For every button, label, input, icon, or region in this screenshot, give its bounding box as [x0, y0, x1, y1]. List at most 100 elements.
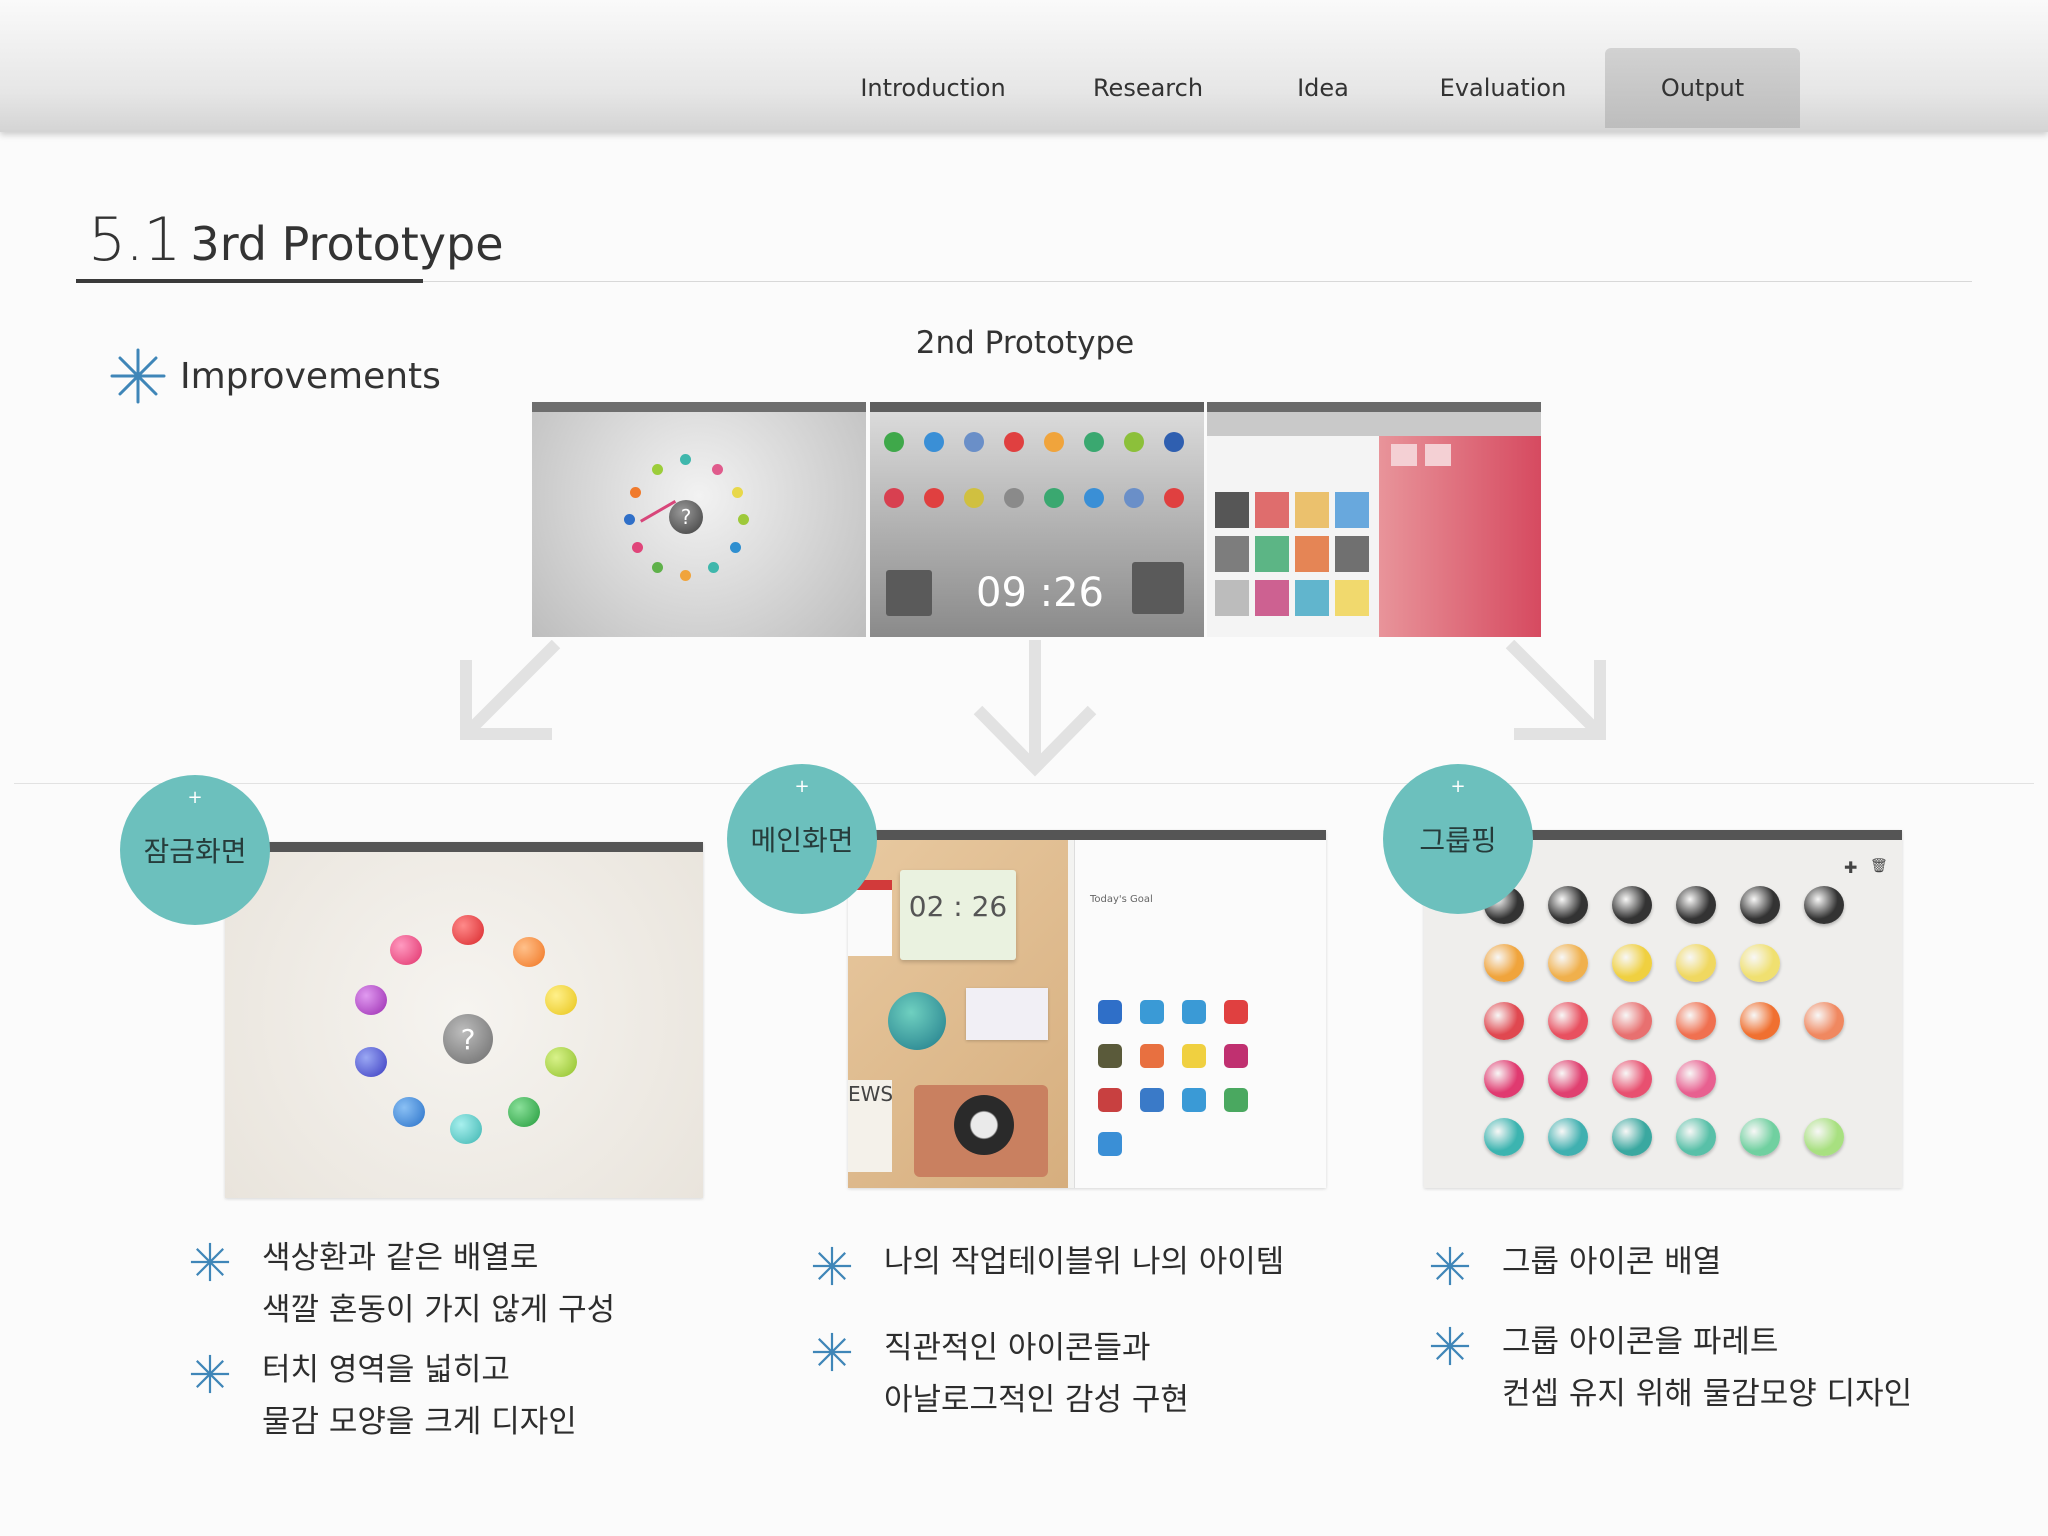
globe-icon[interactable] [888, 992, 946, 1050]
app-icon[interactable] [1084, 488, 1104, 508]
group-paint-icon[interactable] [1804, 886, 1844, 924]
app-icon[interactable] [1084, 432, 1104, 452]
image-thumbnail[interactable] [1215, 492, 1249, 528]
group-paint-icon[interactable] [1740, 1118, 1780, 1156]
group-paint-icon[interactable] [1548, 1002, 1588, 1040]
group-paint-icon[interactable] [1548, 1118, 1588, 1156]
app-icon[interactable] [1182, 1000, 1206, 1024]
section-divider [14, 783, 2034, 784]
app-icon[interactable] [1004, 488, 1024, 508]
paint-lime[interactable] [545, 1047, 577, 1077]
app-icon[interactable] [1044, 488, 1064, 508]
image-thumbnail[interactable] [1335, 536, 1369, 572]
group-paint-icon[interactable] [1484, 1118, 1524, 1156]
asterisk-icon [1430, 1246, 1470, 1286]
image-thumbnail[interactable] [1255, 580, 1289, 616]
group-paint-icon[interactable] [1612, 944, 1652, 982]
paint-green[interactable] [508, 1097, 540, 1127]
group-paint-icon[interactable] [1740, 944, 1780, 982]
paint-teal[interactable] [450, 1114, 482, 1144]
badge-lock-screen: + 잠금화면 [120, 775, 270, 925]
nav-tab-introduction[interactable]: Introduction [843, 48, 1023, 128]
image-thumbnail[interactable] [1295, 492, 1329, 528]
app-icon[interactable] [1164, 488, 1184, 508]
group-paint-icon[interactable] [1548, 1060, 1588, 1098]
group-paint-icon[interactable] [1484, 944, 1524, 982]
app-icon[interactable] [964, 432, 984, 452]
app-icon[interactable] [964, 488, 984, 508]
group-paint-icon[interactable] [1676, 944, 1716, 982]
app-icon[interactable] [1164, 432, 1184, 452]
app-icon[interactable] [1124, 488, 1144, 508]
group-paint-icon[interactable] [1676, 1118, 1716, 1156]
group-paint-icon[interactable] [1612, 1118, 1652, 1156]
image-thumbnail[interactable] [1255, 492, 1289, 528]
app-icon[interactable] [1140, 1044, 1164, 1068]
paint-purple[interactable] [355, 985, 387, 1015]
bullet-group-1: 그룹 아이콘 배열 [1428, 1236, 1721, 1288]
app-icon[interactable] [924, 432, 944, 452]
paint-pink[interactable] [390, 935, 422, 965]
nav-tab-idea[interactable]: Idea [1263, 48, 1383, 128]
bullet-group-2: 그룹 아이콘을 파레트 컨셉 유지 위해 물감모양 디자인 [1428, 1316, 1912, 1420]
app-icon[interactable] [1182, 1088, 1206, 1112]
group-paint-icon[interactable] [1484, 1060, 1524, 1098]
app-icon[interactable] [1224, 1044, 1248, 1068]
app-icon[interactable] [1182, 1044, 1206, 1068]
prototype2-main-screen: 09 :26 [870, 402, 1204, 637]
add-icon[interactable]: ✚ [1844, 858, 1857, 877]
group-paint-icon[interactable] [1548, 886, 1588, 924]
news-icon[interactable]: EWS [848, 1080, 893, 1172]
paint-blue[interactable] [393, 1097, 425, 1127]
paint-orange[interactable] [513, 937, 545, 967]
asterisk-icon [812, 1246, 852, 1286]
app-icon[interactable] [1044, 432, 1064, 452]
app-icon[interactable] [1098, 1000, 1122, 1024]
trash-icon[interactable]: 🗑 [1870, 858, 1888, 874]
paint-yellow[interactable] [545, 985, 577, 1015]
group-paint-icon[interactable] [1484, 1002, 1524, 1040]
group-paint-icon[interactable] [1804, 1118, 1844, 1156]
app-icon[interactable] [1098, 1044, 1122, 1068]
prototype2-browser-screen [1207, 402, 1541, 637]
app-icon[interactable] [1098, 1132, 1122, 1156]
image-thumbnail[interactable] [1255, 536, 1289, 572]
group-paint-icon[interactable] [1612, 1060, 1652, 1098]
prototype2-title: 2nd Prototype [915, 325, 1135, 361]
app-icon[interactable] [884, 432, 904, 452]
lock-center-knob: ? [669, 500, 703, 534]
nav-tab-output[interactable]: Output [1605, 48, 1800, 128]
group-paint-icon[interactable] [1612, 886, 1652, 924]
mail-icon[interactable] [966, 988, 1048, 1040]
app-icon[interactable] [1140, 1088, 1164, 1112]
nav-tab-research[interactable]: Research [1063, 48, 1233, 128]
group-paint-icon[interactable] [1612, 1002, 1652, 1040]
app-icon[interactable] [1140, 1000, 1164, 1024]
group-paint-icon[interactable] [1676, 1060, 1716, 1098]
app-icon[interactable] [1224, 1000, 1248, 1024]
image-thumbnail[interactable] [1335, 580, 1369, 616]
image-thumbnail[interactable] [1215, 536, 1249, 572]
nav-tab-evaluation[interactable]: Evaluation [1413, 48, 1593, 128]
paint-indigo[interactable] [355, 1047, 387, 1077]
app-icon[interactable] [1004, 432, 1024, 452]
group-paint-icon[interactable] [1548, 944, 1588, 982]
group-paint-icon[interactable] [1676, 886, 1716, 924]
badge-main-screen: + 메인화면 [727, 764, 877, 914]
image-thumbnail[interactable] [1215, 580, 1249, 616]
group-paint-icon[interactable] [1740, 886, 1780, 924]
group-paint-icon[interactable] [1676, 1002, 1716, 1040]
app-icon[interactable] [1224, 1088, 1248, 1112]
app-icon[interactable] [1098, 1088, 1122, 1112]
group-paint-icon[interactable] [1804, 1002, 1844, 1040]
lock-screen-card: ? [225, 842, 703, 1198]
lock-knob[interactable]: ? [443, 1014, 493, 1064]
group-paint-icon[interactable] [1740, 1002, 1780, 1040]
app-icon[interactable] [924, 488, 944, 508]
image-thumbnail[interactable] [1335, 492, 1369, 528]
image-thumbnail[interactable] [1295, 536, 1329, 572]
app-icon[interactable] [884, 488, 904, 508]
image-thumbnail[interactable] [1295, 580, 1329, 616]
app-icon[interactable] [1124, 432, 1144, 452]
paint-red[interactable] [452, 915, 484, 945]
